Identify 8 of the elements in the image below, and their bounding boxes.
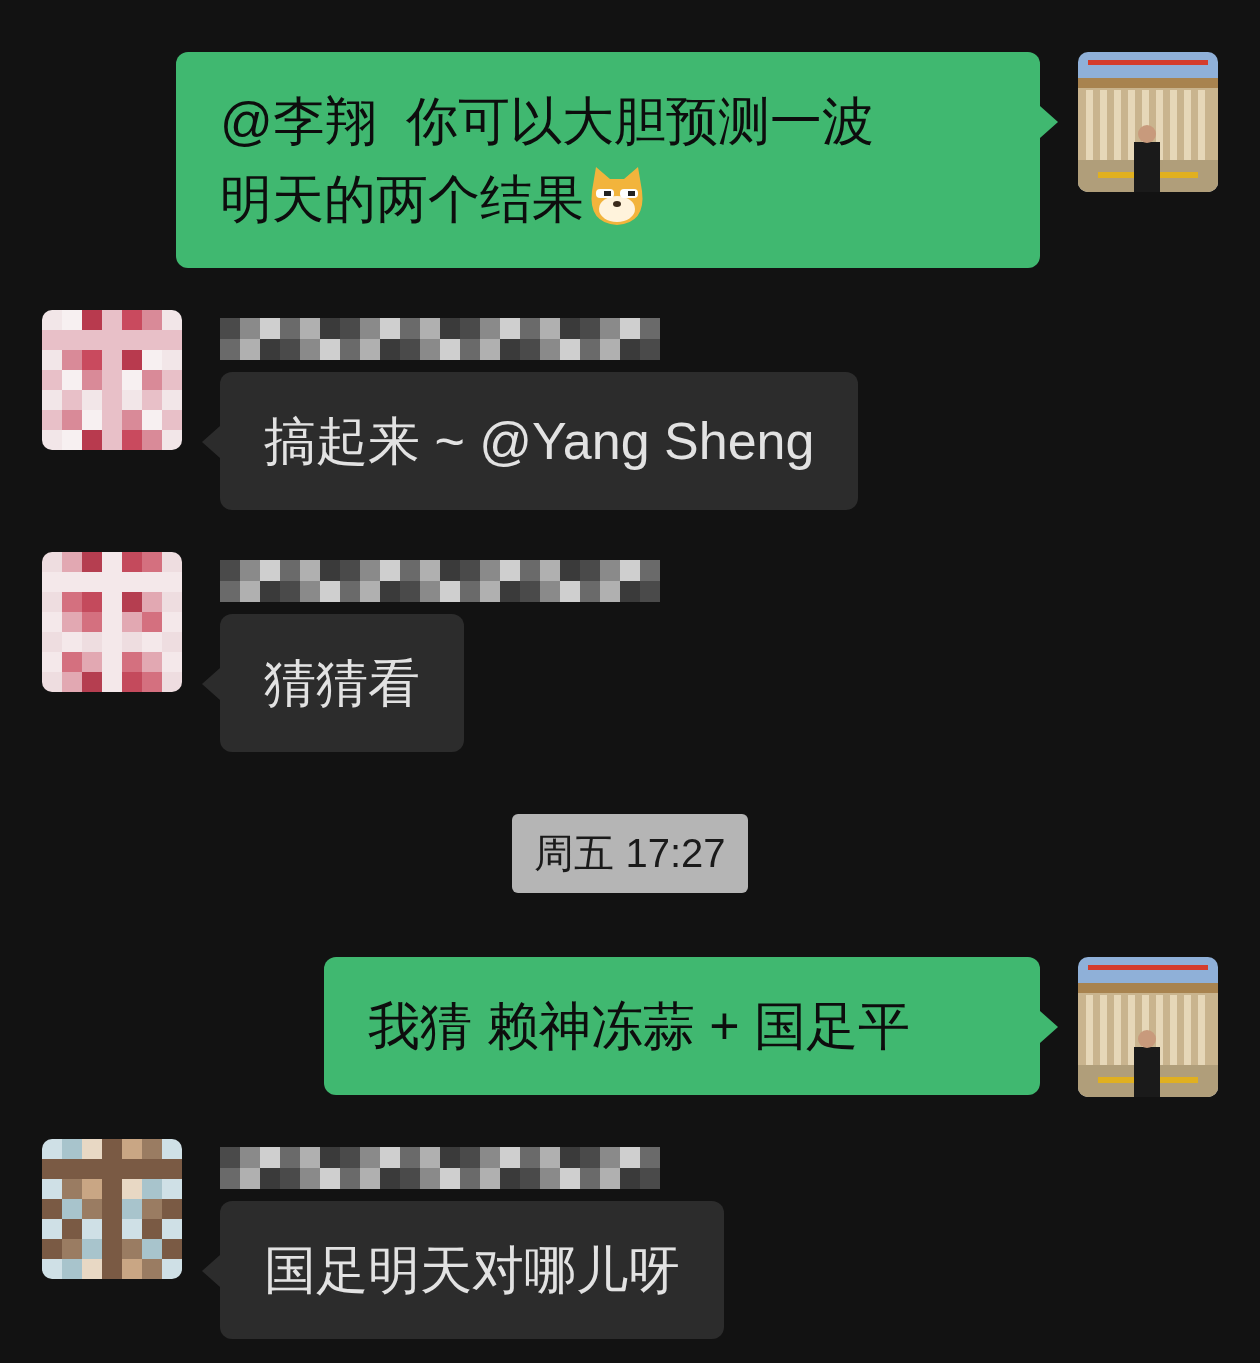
message-bubble: 猜猜看 <box>220 614 464 752</box>
message-bubble: 搞起来 ~ @Yang Sheng <box>220 372 859 510</box>
message-bubble: @李翔 你可以大胆预测一波明天的两个结果 <box>176 52 1040 268</box>
message-bubble: 我猜 赖神冻蒜 + 国足平 <box>324 957 1040 1095</box>
bubble-tail <box>1040 106 1058 138</box>
timestamp: 周五 17:27 <box>512 814 748 893</box>
message-bubble: 国足明天对哪儿呀 <box>220 1201 724 1339</box>
bubble-tail <box>1040 1011 1058 1043</box>
